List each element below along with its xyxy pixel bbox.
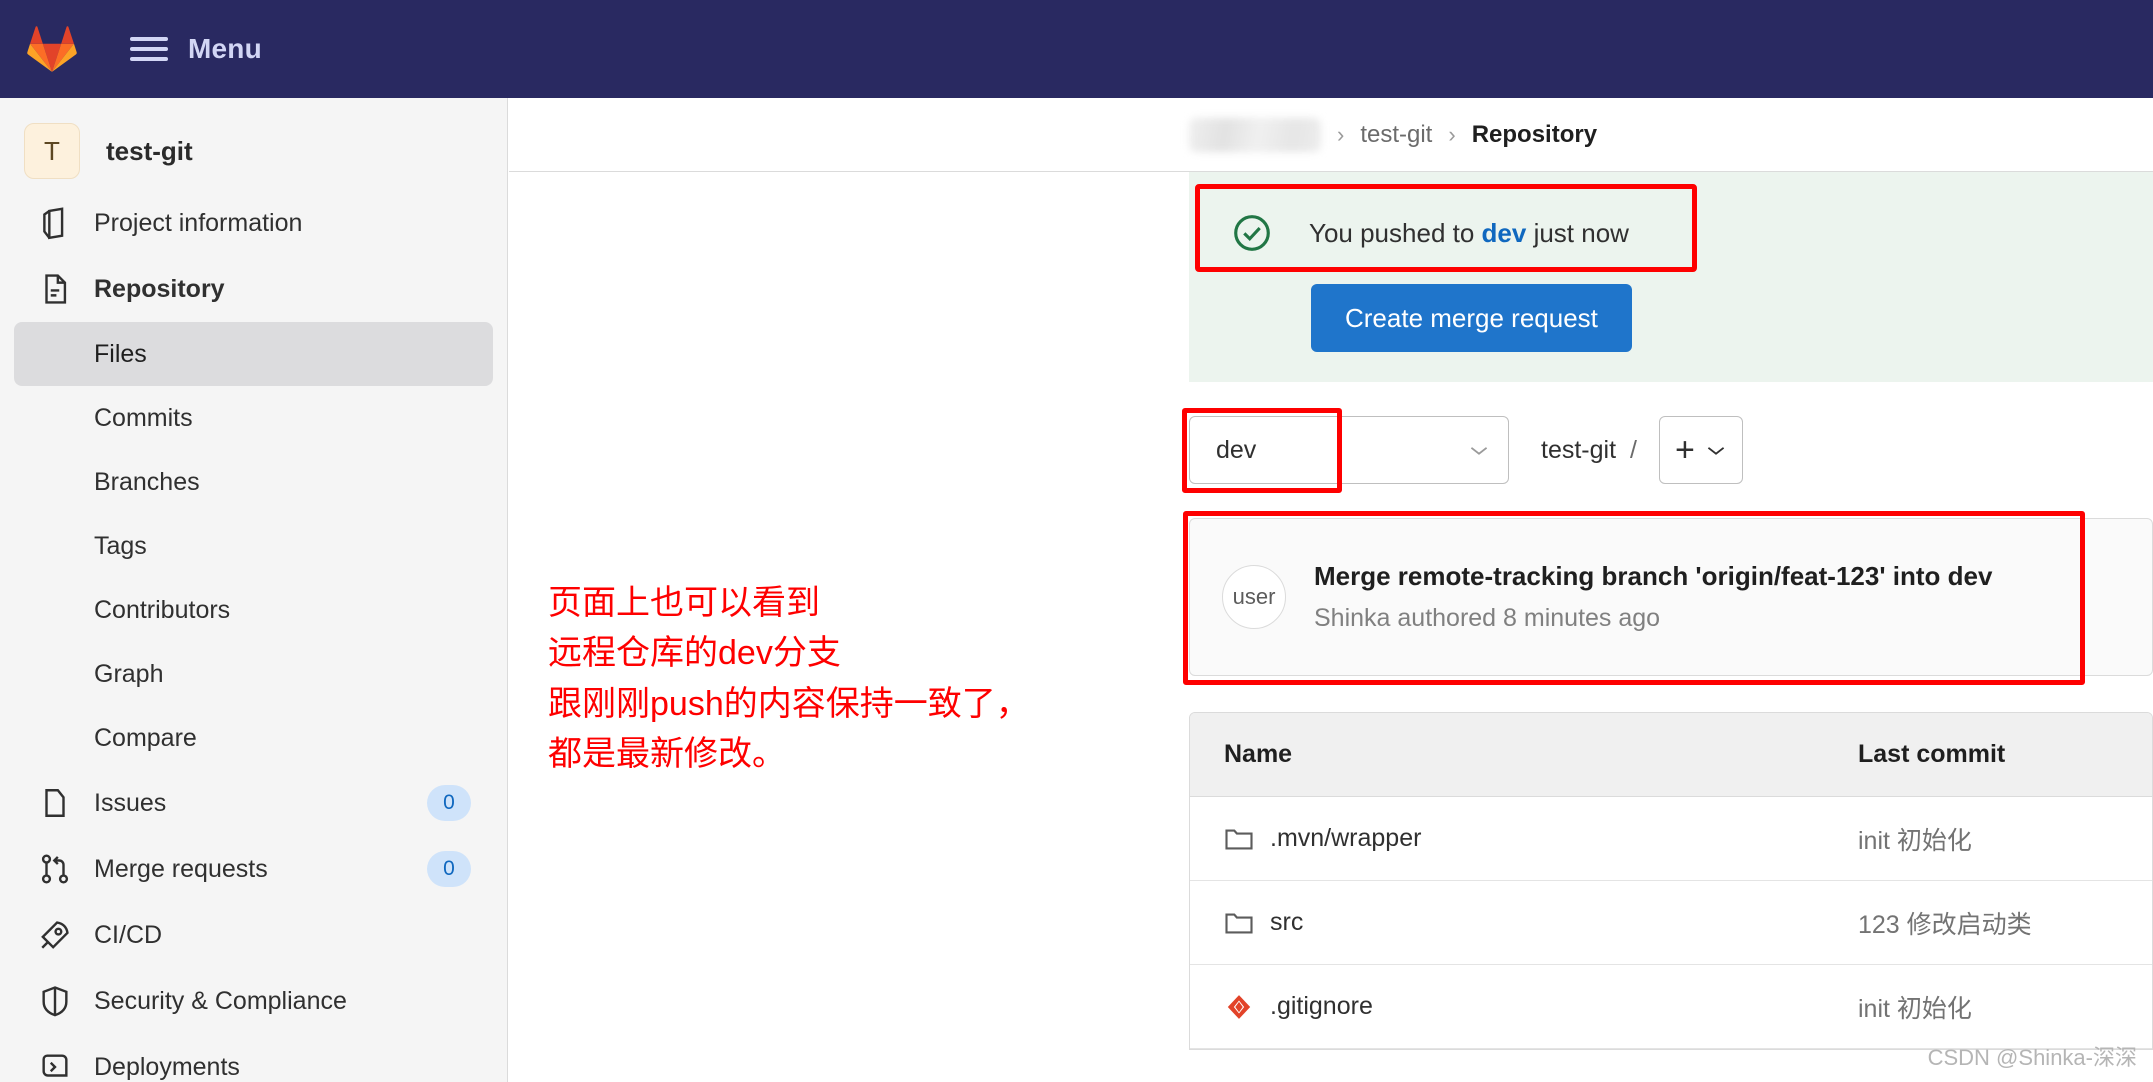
column-header-name: Name	[1224, 740, 1293, 768]
sidebar-item-security-compliance[interactable]: Security & Compliance	[14, 968, 493, 1034]
file-name[interactable]: src	[1270, 908, 1303, 937]
repository-path-name[interactable]: test-git	[1541, 436, 1616, 465]
watermark: CSDN @Shinka-深深	[1927, 1045, 2137, 1070]
push-text-prefix: You pushed to	[1309, 217, 1482, 248]
sidebar-item-deployments[interactable]: Deployments	[14, 1034, 493, 1082]
deployments-icon	[42, 1054, 68, 1077]
table-row[interactable]: .gitignore init 初始化	[1190, 965, 2152, 1049]
table-header-row: Name Last commit	[1190, 713, 2152, 797]
branch-dropdown[interactable]: dev	[1189, 416, 1509, 484]
chevron-down-icon	[1707, 446, 1725, 455]
breadcrumb-project[interactable]: test-git	[1360, 121, 1432, 149]
file-name[interactable]: .mvn/wrapper	[1270, 824, 1421, 853]
sidebar-subitem-contributors[interactable]: Contributors	[14, 578, 493, 642]
sidebar-subitem-commits[interactable]: Commits	[14, 386, 493, 450]
commit-text-group: Merge remote-tracking branch 'origin/fea…	[1314, 561, 1992, 633]
breadcrumb: › test-git › Repository	[509, 98, 2153, 172]
sidebar-subitem-label: Compare	[94, 723, 197, 752]
rocket-icon	[41, 921, 69, 949]
sidebar-item-label: CI/CD	[94, 920, 163, 949]
push-branch-name[interactable]: dev	[1482, 218, 1527, 248]
merge-request-icon	[41, 854, 69, 884]
git-icon	[1227, 994, 1251, 1019]
sidebar-item-issues[interactable]: Issues 0	[14, 770, 493, 836]
last-commit-cell: 123 修改启动类	[1858, 910, 2032, 939]
branch-dropdown-value: dev	[1216, 435, 1257, 464]
last-commit-box: user Merge remote-tracking branch 'origi…	[1183, 511, 2153, 685]
file-name-cell: src	[1190, 908, 1858, 937]
add-to-tree-button[interactable]: +	[1658, 416, 1743, 484]
issues-icon	[45, 789, 65, 817]
file-name-cell: .gitignore	[1190, 992, 1858, 1021]
table-row[interactable]: src 123 修改启动类	[1190, 881, 2152, 965]
menu-label[interactable]: Menu	[188, 33, 262, 65]
column-header-last-commit: Last commit	[1858, 740, 2006, 768]
sidebar-item-label: Security & Compliance	[94, 986, 347, 1015]
folder-icon	[1225, 912, 1253, 933]
file-name[interactable]: .gitignore	[1270, 992, 1373, 1021]
sidebar-subitem-label: Contributors	[94, 595, 231, 624]
avatar-text: user	[1232, 584, 1276, 609]
sidebar-subitem-files[interactable]: Files	[14, 322, 493, 386]
issues-count-badge: 0	[427, 785, 471, 821]
sidebar-item-label: Issues	[94, 788, 167, 817]
sidebar-item-project-information[interactable]: Project information	[14, 190, 493, 256]
push-message: You pushed to dev just now	[1309, 218, 1629, 249]
sidebar-item-label: Merge requests	[94, 854, 268, 883]
path-separator: /	[1630, 435, 1637, 464]
sidebar-subitem-tags[interactable]: Tags	[14, 514, 493, 578]
document-icon	[45, 274, 67, 304]
project-avatar: T	[24, 123, 80, 179]
sidebar-item-label: Deployments	[94, 1052, 240, 1081]
check-circle-icon	[1234, 215, 1270, 251]
breadcrumb-group-redacted[interactable]	[1189, 117, 1321, 152]
commit-author-avatar[interactable]: user	[1222, 565, 1286, 629]
file-listing-table: Name Last commit .mvn/wrapper init 初始化 s…	[1189, 712, 2153, 1050]
chevron-down-icon	[1470, 446, 1488, 455]
top-navigation-bar: Menu	[0, 0, 2153, 98]
sidebar-subitem-graph[interactable]: Graph	[14, 642, 493, 706]
push-text-suffix: just now	[1526, 217, 1629, 248]
sidebar-subitem-label: Graph	[94, 659, 164, 688]
project-avatar-initial: T	[44, 135, 60, 166]
sidebar-item-label: Repository	[94, 274, 225, 303]
commit-meta: Shinka authored 8 minutes ago	[1314, 604, 1661, 632]
table-row[interactable]: .mvn/wrapper init 初始化	[1190, 797, 2152, 881]
shield-icon	[42, 986, 68, 1017]
create-merge-request-button[interactable]: Create merge request	[1311, 284, 1632, 352]
project-name: test-git	[106, 135, 193, 166]
sidebar-subitem-branches[interactable]: Branches	[14, 450, 493, 514]
menu-toggle-icon[interactable]	[130, 34, 168, 64]
gitlab-logo[interactable]	[26, 24, 78, 74]
annotation-text: 页面上也可以看到 远程仓库的dev分支 跟刚刚push的内容保持一致了， 都是最…	[548, 584, 1030, 773]
book-icon	[43, 207, 64, 240]
sidebar-subitem-label: Files	[94, 339, 147, 368]
sidebar-subitem-label: Branches	[94, 467, 200, 496]
file-name-cell: .mvn/wrapper	[1190, 824, 1858, 853]
sidebar-item-repository[interactable]: Repository	[14, 256, 493, 322]
last-commit-cell: init 初始化	[1858, 994, 1972, 1023]
branch-selector-row: dev test-git / +	[1182, 408, 2153, 493]
commit-message[interactable]: Merge remote-tracking branch 'origin/fea…	[1314, 561, 1992, 592]
merge-requests-count-badge: 0	[427, 851, 471, 887]
plus-icon: +	[1675, 431, 1695, 469]
gitlab-repository-page: Menu T test-git Project information Repo…	[0, 0, 2153, 1082]
sidebar-subitem-label: Commits	[94, 403, 193, 432]
breadcrumb-separator: ›	[1448, 121, 1456, 147]
folder-icon	[1225, 828, 1253, 849]
sidebar-item-cicd[interactable]: CI/CD	[14, 902, 493, 968]
push-message-row: You pushed to dev just now	[1189, 192, 2153, 274]
sidebar-project-header[interactable]: T test-git	[0, 112, 507, 190]
sidebar-subitem-label: Tags	[94, 531, 147, 560]
last-commit-cell: init 初始化	[1858, 826, 1972, 855]
breadcrumb-separator: ›	[1337, 121, 1345, 147]
sidebar-item-label: Project information	[94, 208, 303, 237]
breadcrumb-current: Repository	[1471, 120, 1598, 148]
project-sidebar: T test-git Project information Repositor…	[0, 98, 508, 1082]
push-notification-banner: You pushed to dev just now Create merge …	[1189, 172, 2153, 382]
sidebar-subitem-compare[interactable]: Compare	[14, 706, 493, 770]
sidebar-item-merge-requests[interactable]: Merge requests 0	[14, 836, 493, 902]
